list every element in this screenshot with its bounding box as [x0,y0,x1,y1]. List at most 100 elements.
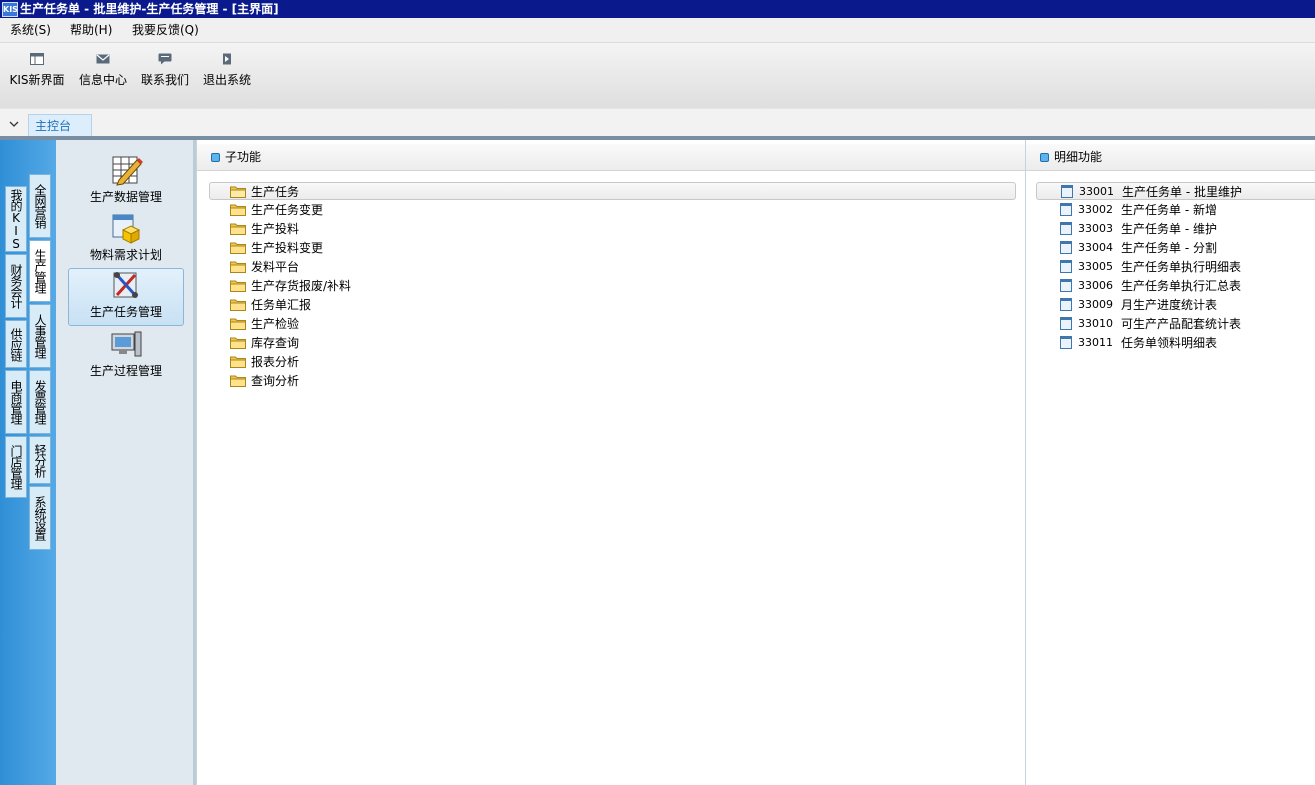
detail-item[interactable]: 33001 生产任务单 - 批里维护 [1036,182,1315,200]
detail-item[interactable]: 33003 生产任务单 - 维护 [1036,220,1315,238]
subfunction-item-label: 生产检验 [251,317,300,331]
folder-icon [230,375,246,387]
nav-invoice[interactable]: 发票管理 [29,370,51,434]
subfunction-item-label: 发料平台 [251,260,300,274]
folder-icon [230,242,246,254]
detail-item[interactable]: 33011 任务单领料明细表 [1036,334,1315,352]
subfunction-item[interactable]: 生产存货报废/补料 [230,277,530,295]
detail-item-name: 生产任务单执行汇总表 [1121,279,1242,293]
detail-item[interactable]: 33010 可生产产品配套统计表 [1036,315,1315,333]
detail-item-code: 33010 [1078,317,1113,330]
module-production-data[interactable]: 生产数据管理 [68,154,184,212]
table-edit-icon [112,156,143,186]
subfunction-item-label: 查询分析 [251,374,300,388]
nav-marketing[interactable]: 全网营销 [29,174,51,238]
window-title: 生产任务单 - 批里维护-生产任务管理 - [主界面] [20,2,279,16]
detail-item-code: 33002 [1078,203,1113,216]
detail-item-code: 33011 [1078,336,1113,349]
module-production-task[interactable]: 生产任务管理 [68,268,184,326]
detail-item-name: 生产任务单 - 分割 [1121,241,1217,255]
subfunction-item-label: 库存查询 [251,336,300,350]
nav-ecommerce[interactable]: 电商管理 [5,370,27,434]
nav-my-kis[interactable]: 我的KIS [5,186,27,252]
subfunction-item-label: 生产投料 [251,222,300,236]
detail-item-name: 月生产进度统计表 [1121,298,1218,312]
menu-system[interactable]: 系统(S) [6,18,55,42]
monitor-icon [111,331,142,357]
new-interface-button[interactable]: KIS新界面 [6,49,68,99]
folder-icon [230,337,246,349]
detail-item[interactable]: 33005 生产任务单执行明细表 [1036,258,1315,276]
header-bullet-icon [211,153,220,162]
subfunction-item[interactable]: 查询分析 [230,372,530,390]
subfunction-item[interactable]: 发料平台 [230,258,530,276]
mail-icon [96,54,110,64]
detail-item-name: 生产任务单 - 新增 [1121,203,1217,217]
document-icon [1060,222,1072,235]
info-center-button[interactable]: 信息中心 [76,49,130,99]
folder-icon [230,299,246,311]
chevron-down-icon[interactable] [8,118,20,130]
subfunction-item[interactable]: 生产检验 [230,315,530,333]
detail-item[interactable]: 33004 生产任务单 - 分割 [1036,239,1315,257]
detail-item-name: 可生产产品配套统计表 [1121,317,1242,331]
subfunction-item[interactable]: 生产任务变更 [230,201,530,219]
toolbar: KIS新界面 信息中心 联系我们 退出系统 [0,42,1315,109]
subfunction-item-label: 生产投料变更 [251,241,324,255]
detail-item[interactable]: 33006 生产任务单执行汇总表 [1036,277,1315,295]
detail-panel: 明细功能 33001 生产任务单 - 批里维护 33002 生产任务单 - 新增 330… [1025,140,1315,785]
document-icon [1060,260,1072,273]
tools-icon [113,272,138,298]
detail-item-code: 33004 [1078,241,1113,254]
document-icon [1060,298,1072,311]
box-icon [112,214,141,244]
module-panel: 生产数据管理 物料需求计划 生产任务管理 生产过程管理 [56,140,196,785]
detail-header: 明细功能 [1026,144,1315,171]
subfunction-item-label: 任务单汇报 [251,298,312,312]
detail-title: 明细功能 [1054,150,1103,164]
folder-icon [230,204,246,216]
nav-production[interactable]: 生产管理 [29,240,51,302]
document-icon [1060,317,1072,330]
nav-hr[interactable]: 人事管理 [29,304,51,368]
document-icon [1060,336,1072,349]
tab-main-console[interactable]: 主控台 [28,114,92,136]
folder-icon [230,318,246,330]
nav-store[interactable]: 门店管理 [5,436,27,498]
subfunction-item-label: 报表分析 [251,355,300,369]
detail-item-name: 生产任务单 - 维护 [1121,222,1217,236]
nav-supply-chain[interactable]: 供应链 [5,320,27,368]
detail-item[interactable]: 33009 月生产进度统计表 [1036,296,1315,314]
subfunction-title: 子功能 [225,150,262,164]
detail-item[interactable]: 33002 生产任务单 - 新增 [1036,201,1315,219]
subfunction-item[interactable]: 生产投料变更 [230,239,530,257]
contact-us-button[interactable]: 联系我们 [138,49,192,99]
module-production-process[interactable]: 生产过程管理 [68,328,184,386]
header-bullet-icon [1040,153,1049,162]
detail-item-code: 33005 [1078,260,1113,273]
subfunction-item[interactable]: 生产任务 [209,182,1016,200]
menu-help[interactable]: 帮助(H) [66,18,116,42]
subfunction-item[interactable]: 库存查询 [230,334,530,352]
subfunction-item[interactable]: 生产投料 [230,220,530,238]
menu-feedback[interactable]: 我要反馈(Q) [128,18,203,42]
document-icon [1060,203,1072,216]
subfunction-item[interactable]: 任务单汇报 [230,296,530,314]
nav-light-analysis[interactable]: 轻分析 [29,436,51,484]
tab-strip: 主控台 [0,108,1315,137]
exit-icon [223,53,231,65]
folder-icon [230,223,246,235]
subfunction-item-label: 生产存货报废/补料 [251,279,352,293]
nav-finance[interactable]: 财务会计 [5,254,27,318]
document-icon [1060,279,1072,292]
subfunction-header: 子功能 [197,144,1026,171]
module-mrp[interactable]: 物料需求计划 [68,212,184,270]
subfunction-panel: 子功能 生产任务 生产任务变更生产投料生产投料变更 发料平台生产存货报废/补料 任务单… [196,140,1026,785]
detail-item-code: 33009 [1078,298,1113,311]
nav-system-settings[interactable]: 系统设置 [29,486,51,550]
subfunction-item[interactable]: 报表分析 [230,353,530,371]
app-logo-icon: KIS [2,2,18,17]
exit-system-button[interactable]: 退出系统 [200,49,254,99]
detail-item-code: 33003 [1078,222,1113,235]
folder-open-icon [230,186,246,198]
